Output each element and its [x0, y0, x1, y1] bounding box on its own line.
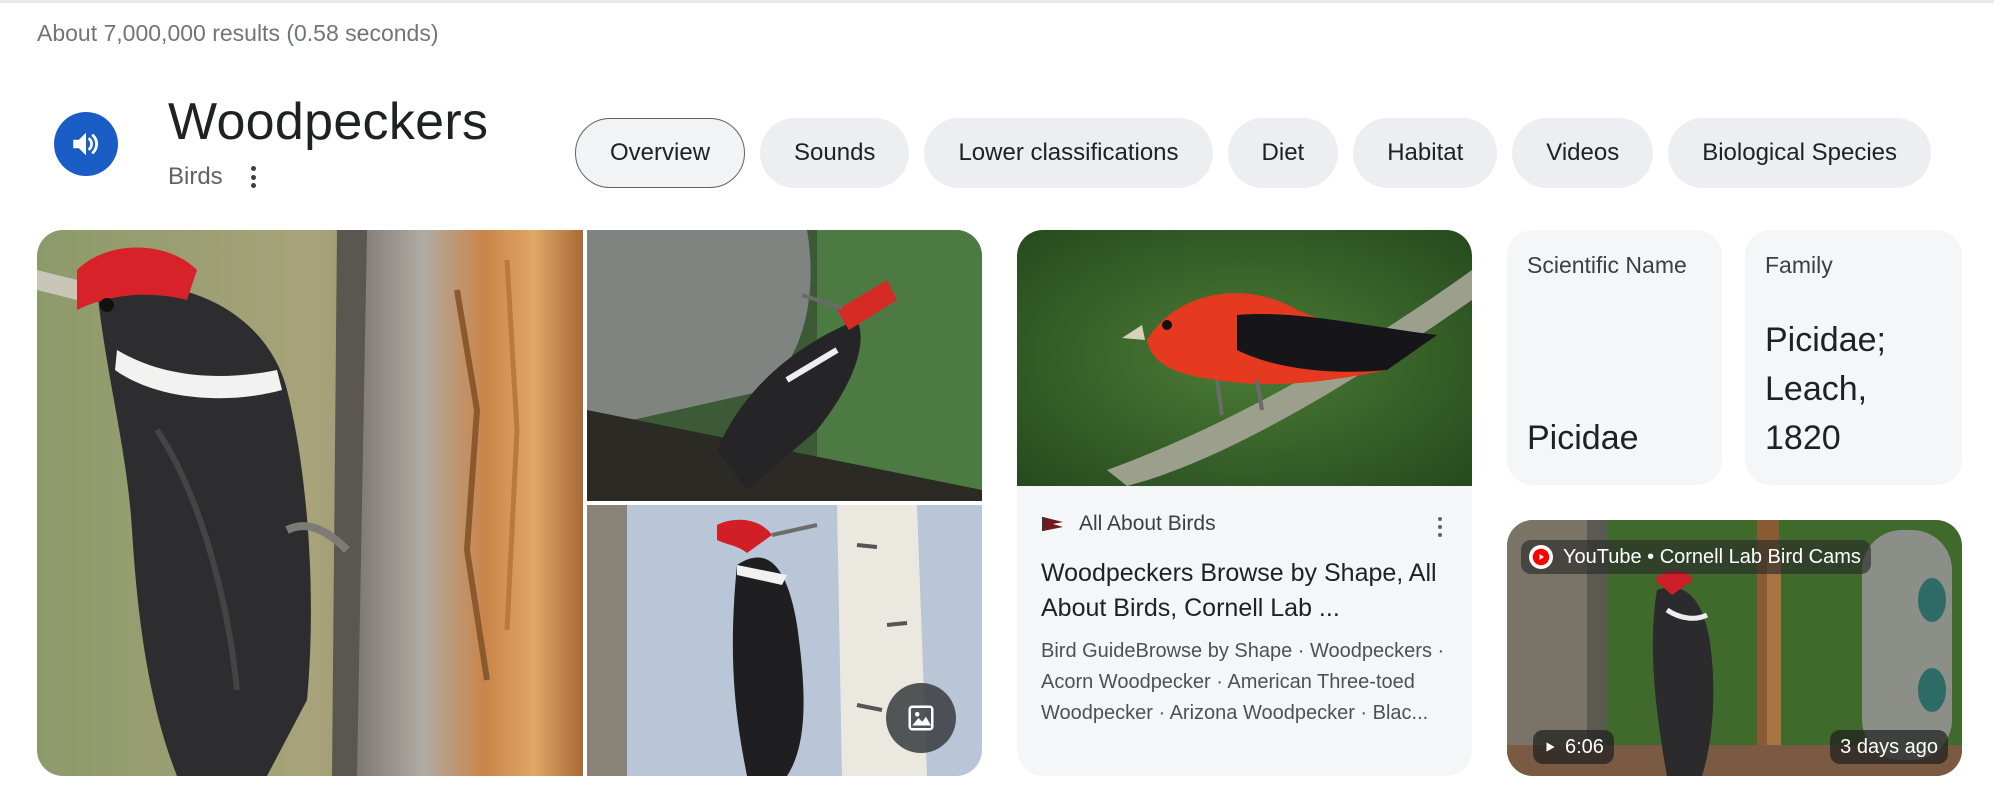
article-source[interactable]: All About Birds	[1041, 512, 1216, 536]
fact-value: Picidae; Leach, 1820	[1765, 321, 1886, 457]
video-card[interactable]: YouTube • Cornell Lab Bird Cams 6:06 3 d…	[1507, 520, 1962, 776]
article-thumbnail[interactable]	[1017, 230, 1472, 486]
fact-card-family[interactable]: Family Picidae; Leach, 1820	[1745, 230, 1962, 485]
youtube-icon	[1529, 545, 1553, 569]
article-card[interactable]: All About Birds Woodpeckers Browse by Sh…	[1017, 230, 1472, 776]
pronounce-button[interactable]	[54, 112, 118, 176]
all-about-birds-logo-icon	[1042, 517, 1063, 531]
image-gallery-icon	[908, 705, 934, 731]
entity-tabs: Overview Sounds Lower classifications Di…	[575, 118, 1931, 188]
fact-label: Family	[1765, 252, 1833, 278]
tab-biological-species[interactable]: Biological Species	[1668, 118, 1931, 188]
woodpecker-image-top[interactable]	[587, 230, 982, 501]
tab-overview[interactable]: Overview	[575, 118, 746, 188]
entity-subtitle: Birds	[168, 163, 223, 190]
video-source: YouTube • Cornell Lab Bird Cams	[1563, 545, 1861, 568]
play-icon	[1546, 742, 1555, 752]
tab-lower-classifications[interactable]: Lower classifications	[924, 118, 1213, 188]
tab-diet[interactable]: Diet	[1227, 118, 1339, 188]
video-age-badge: 3 days ago	[1830, 730, 1948, 764]
video-source-badge[interactable]: YouTube • Cornell Lab Bird Cams	[1521, 540, 1871, 574]
article-source-name: All About Birds	[1079, 512, 1216, 535]
video-duration: 6:06	[1565, 735, 1604, 758]
tab-habitat[interactable]: Habitat	[1353, 118, 1498, 188]
volume-icon	[73, 132, 98, 156]
fact-label: Scientific Name	[1527, 252, 1687, 278]
entity-title: Woodpeckers	[168, 93, 489, 151]
article-title[interactable]: Woodpeckers Browse by Shape, All About B…	[1041, 556, 1451, 626]
video-age: 3 days ago	[1840, 735, 1938, 758]
tab-sounds[interactable]: Sounds	[760, 118, 910, 188]
image-gallery-button[interactable]	[886, 683, 956, 753]
vertical-dots-icon[interactable]	[243, 164, 263, 190]
result-stats: About 7,000,000 results (0.58 seconds)	[37, 20, 439, 46]
fact-value: Picidae	[1527, 419, 1639, 457]
tab-videos[interactable]: Videos	[1512, 118, 1654, 188]
video-duration-badge: 6:06	[1533, 730, 1614, 764]
top-divider	[0, 0, 1994, 3]
article-snippet: Bird GuideBrowse by Shape · Woodpeckers …	[1041, 640, 1445, 724]
article-more-icon[interactable]	[1438, 517, 1444, 537]
fact-card-scientific-name[interactable]: Scientific Name Picidae	[1507, 230, 1722, 485]
main-woodpecker-image[interactable]	[37, 230, 583, 776]
